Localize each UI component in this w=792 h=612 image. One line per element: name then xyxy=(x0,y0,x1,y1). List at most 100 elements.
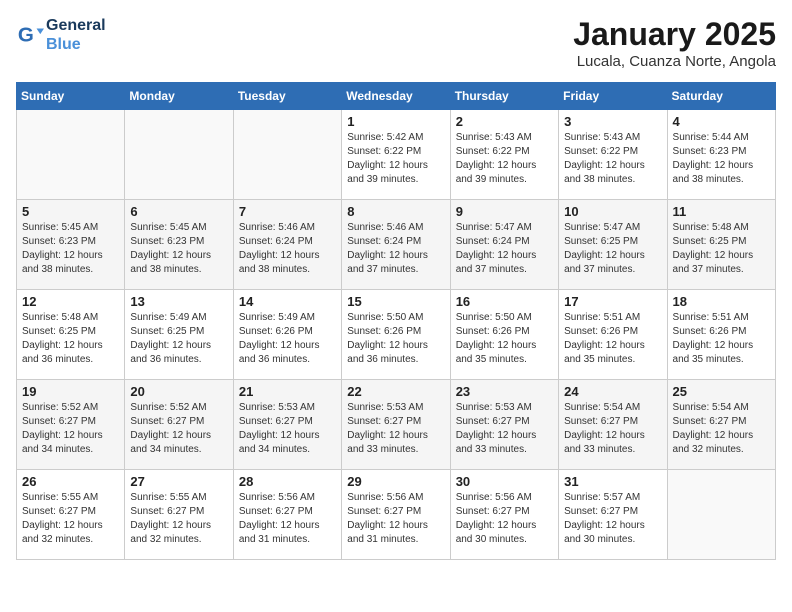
calendar-cell: 8Sunrise: 5:46 AM Sunset: 6:24 PM Daylig… xyxy=(342,200,450,290)
calendar-cell: 24Sunrise: 5:54 AM Sunset: 6:27 PM Dayli… xyxy=(559,380,667,470)
title-block: January 2025 Lucala, Cuanza Norte, Angol… xyxy=(573,16,776,70)
weekday-header: Wednesday xyxy=(342,83,450,110)
calendar-cell: 1 Sunrise: 5:42 AM Sunset: 6:22 PM Daylig… xyxy=(342,110,450,200)
day-number: 29 xyxy=(347,474,444,489)
day-info: Sunrise: 5:56 AM Sunset: 6:27 PM Dayligh… xyxy=(456,491,553,547)
day-number: 17 xyxy=(564,294,661,309)
calendar-cell: 30 Sunrise: 5:56 AM Sunset: 6:27 PM Dayli… xyxy=(450,470,558,560)
day-number: 16 xyxy=(456,294,553,309)
day-info: Sunrise: 5:54 AM Sunset: 6:27 PM Dayligh… xyxy=(564,401,661,457)
day-number: 30 xyxy=(456,474,553,489)
calendar-cell: 14 Sunrise: 5:49 AM Sunset: 6:26 PM Dayli… xyxy=(233,290,341,380)
weekday-header: Tuesday xyxy=(233,83,341,110)
calendar-cell: 23 Sunrise: 5:53 AM Sunset: 6:27 PM Dayli… xyxy=(450,380,558,470)
day-info: Sunrise: 5:57 AM Sunset: 6:27 PM Dayligh… xyxy=(564,491,661,547)
month-title: January 2025 xyxy=(573,16,776,53)
day-number: 5 xyxy=(22,204,119,219)
day-info: Sunrise: 5:48 AM Sunset: 6:25 PM Dayligh… xyxy=(673,221,770,277)
calendar-cell: 12 Sunrise: 5:48 AM Sunset: 6:25 PM Dayli… xyxy=(17,290,125,380)
day-number: 21 xyxy=(239,384,336,399)
day-info: Sunrise: 5:52 AM Sunset: 6:27 PM Dayligh… xyxy=(130,401,227,457)
calendar-cell: 2 Sunrise: 5:43 AM Sunset: 6:22 PM Daylig… xyxy=(450,110,558,200)
day-number: 1 xyxy=(347,114,444,129)
day-info: Sunrise: 5:54 AM Sunset: 6:27 PM Dayligh… xyxy=(673,401,770,457)
day-number: 7 xyxy=(239,204,336,219)
day-number: 18 xyxy=(673,294,770,309)
calendar-cell: 9 Sunrise: 5:47 AM Sunset: 6:24 PM Daylig… xyxy=(450,200,558,290)
logo-subtext: Blue xyxy=(46,35,106,54)
day-info: Sunrise: 5:47 AM Sunset: 6:24 PM Dayligh… xyxy=(456,221,553,277)
day-number: 3 xyxy=(564,114,661,129)
calendar-cell: 3 Sunrise: 5:43 AM Sunset: 6:22 PM Daylig… xyxy=(559,110,667,200)
location-subtitle: Lucala, Cuanza Norte, Angola xyxy=(573,53,776,70)
day-info: Sunrise: 5:51 AM Sunset: 6:26 PM Dayligh… xyxy=(564,311,661,367)
day-number: 10 xyxy=(564,204,661,219)
calendar-cell: 5 Sunrise: 5:45 AM Sunset: 6:23 PM Daylig… xyxy=(17,200,125,290)
day-info: Sunrise: 5:51 AM Sunset: 6:26 PM Dayligh… xyxy=(673,311,770,367)
weekday-header: Friday xyxy=(559,83,667,110)
day-info: Sunrise: 5:44 AM Sunset: 6:23 PM Dayligh… xyxy=(673,131,770,187)
day-number: 23 xyxy=(456,384,553,399)
calendar-cell: 19Sunrise: 5:52 AM Sunset: 6:27 PM Dayli… xyxy=(17,380,125,470)
calendar-cell: 13Sunrise: 5:49 AM Sunset: 6:25 PM Dayli… xyxy=(125,290,233,380)
day-number: 22 xyxy=(347,384,444,399)
day-number: 14 xyxy=(239,294,336,309)
logo: G General Blue xyxy=(16,16,106,54)
day-info: Sunrise: 5:55 AM Sunset: 6:27 PM Dayligh… xyxy=(130,491,227,547)
calendar-cell: 7 Sunrise: 5:46 AM Sunset: 6:24 PM Daylig… xyxy=(233,200,341,290)
calendar-week-row: 12 Sunrise: 5:48 AM Sunset: 6:25 PM Dayli… xyxy=(17,290,776,380)
weekday-header: Saturday xyxy=(667,83,775,110)
day-number: 13 xyxy=(130,294,227,309)
day-number: 12 xyxy=(22,294,119,309)
calendar-cell: 15Sunrise: 5:50 AM Sunset: 6:26 PM Dayli… xyxy=(342,290,450,380)
day-info: Sunrise: 5:49 AM Sunset: 6:26 PM Dayligh… xyxy=(239,311,336,367)
day-info: Sunrise: 5:50 AM Sunset: 6:26 PM Dayligh… xyxy=(347,311,444,367)
weekday-header: Sunday xyxy=(17,83,125,110)
page-header: G General Blue January 2025 Lucala, Cuan… xyxy=(16,16,776,70)
calendar-cell: 22 Sunrise: 5:53 AM Sunset: 6:27 PM Dayli… xyxy=(342,380,450,470)
calendar-cell: 21 Sunrise: 5:53 AM Sunset: 6:27 PM Dayli… xyxy=(233,380,341,470)
logo-icon: G xyxy=(16,21,44,49)
calendar-cell: 4Sunrise: 5:44 AM Sunset: 6:23 PM Daylig… xyxy=(667,110,775,200)
day-info: Sunrise: 5:53 AM Sunset: 6:27 PM Dayligh… xyxy=(239,401,336,457)
calendar-cell xyxy=(233,110,341,200)
calendar-cell xyxy=(17,110,125,200)
day-number: 6 xyxy=(130,204,227,219)
day-number: 31 xyxy=(564,474,661,489)
calendar-cell: 18 Sunrise: 5:51 AM Sunset: 6:26 PM Dayli… xyxy=(667,290,775,380)
calendar-cell xyxy=(667,470,775,560)
day-info: Sunrise: 5:53 AM Sunset: 6:27 PM Dayligh… xyxy=(456,401,553,457)
calendar-cell: 29Sunrise: 5:56 AM Sunset: 6:27 PM Dayli… xyxy=(342,470,450,560)
weekday-header: Monday xyxy=(125,83,233,110)
calendar-week-row: 26Sunrise: 5:55 AM Sunset: 6:27 PM Dayli… xyxy=(17,470,776,560)
logo-text: General xyxy=(46,16,106,35)
calendar-cell: 25Sunrise: 5:54 AM Sunset: 6:27 PM Dayli… xyxy=(667,380,775,470)
calendar-cell: 26Sunrise: 5:55 AM Sunset: 6:27 PM Dayli… xyxy=(17,470,125,560)
day-info: Sunrise: 5:53 AM Sunset: 6:27 PM Dayligh… xyxy=(347,401,444,457)
day-info: Sunrise: 5:50 AM Sunset: 6:26 PM Dayligh… xyxy=(456,311,553,367)
weekday-header: Thursday xyxy=(450,83,558,110)
day-number: 9 xyxy=(456,204,553,219)
calendar-cell: 20 Sunrise: 5:52 AM Sunset: 6:27 PM Dayli… xyxy=(125,380,233,470)
day-number: 20 xyxy=(130,384,227,399)
day-info: Sunrise: 5:46 AM Sunset: 6:24 PM Dayligh… xyxy=(347,221,444,277)
day-info: Sunrise: 5:42 AM Sunset: 6:22 PM Dayligh… xyxy=(347,131,444,187)
day-number: 27 xyxy=(130,474,227,489)
day-number: 28 xyxy=(239,474,336,489)
day-number: 11 xyxy=(673,204,770,219)
day-info: Sunrise: 5:45 AM Sunset: 6:23 PM Dayligh… xyxy=(130,221,227,277)
calendar-cell: 31 Sunrise: 5:57 AM Sunset: 6:27 PM Dayli… xyxy=(559,470,667,560)
day-info: Sunrise: 5:45 AM Sunset: 6:23 PM Dayligh… xyxy=(22,221,119,277)
day-info: Sunrise: 5:43 AM Sunset: 6:22 PM Dayligh… xyxy=(564,131,661,187)
day-info: Sunrise: 5:46 AM Sunset: 6:24 PM Dayligh… xyxy=(239,221,336,277)
day-info: Sunrise: 5:43 AM Sunset: 6:22 PM Dayligh… xyxy=(456,131,553,187)
calendar-week-row: 1 Sunrise: 5:42 AM Sunset: 6:22 PM Daylig… xyxy=(17,110,776,200)
calendar-cell xyxy=(125,110,233,200)
calendar-cell: 17 Sunrise: 5:51 AM Sunset: 6:26 PM Dayli… xyxy=(559,290,667,380)
calendar-table: SundayMondayTuesdayWednesdayThursdayFrid… xyxy=(16,82,776,560)
calendar-cell: 10Sunrise: 5:47 AM Sunset: 6:25 PM Dayli… xyxy=(559,200,667,290)
calendar-cell: 28Sunrise: 5:56 AM Sunset: 6:27 PM Dayli… xyxy=(233,470,341,560)
day-number: 2 xyxy=(456,114,553,129)
day-info: Sunrise: 5:48 AM Sunset: 6:25 PM Dayligh… xyxy=(22,311,119,367)
svg-text:G: G xyxy=(18,24,34,47)
